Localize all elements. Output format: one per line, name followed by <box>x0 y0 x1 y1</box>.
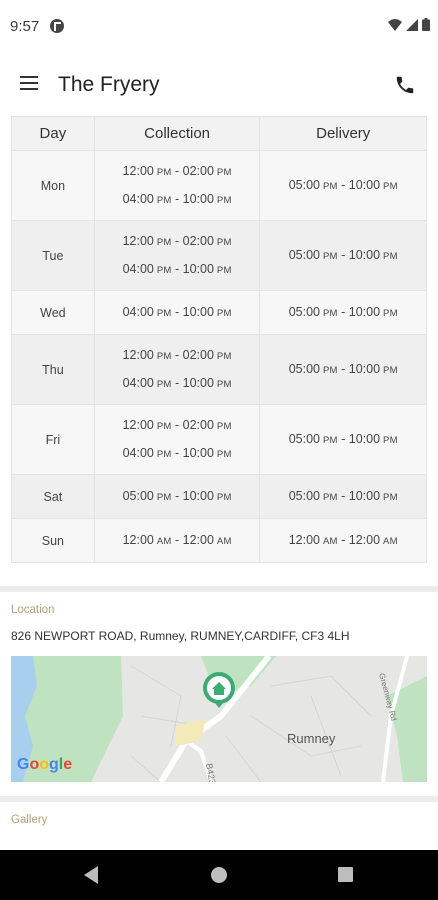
address-text: 826 NEWPORT ROAD, Rumney, RUMNEY,CARDIFF… <box>11 629 350 643</box>
status-icons <box>388 18 430 31</box>
cell-delivery: 05:00 PM - 10:00 PM <box>259 334 427 405</box>
collection-time-range: 04:00 PM - 10:00 PM <box>122 375 232 390</box>
location-map[interactable]: B4239 Greenway Rd Rumney Google <box>11 656 427 782</box>
column-header-collection: Collection <box>93 116 261 151</box>
table-row: Tue 12:00 PM - 02:00 PM 04:00 PM - 10:00 PM 05:… <box>11 220 427 291</box>
collection-time-range: 12:00 PM - 02:00 PM <box>122 347 232 362</box>
cell-day: Tue <box>11 220 95 291</box>
delivery-time-range: 05:00 PM - 10:00 PM <box>288 247 398 262</box>
delivery-time-range: 05:00 PM - 10:00 PM <box>288 488 398 503</box>
cell-delivery: 05:00 PM - 10:00 PM <box>259 404 427 475</box>
status-bar: 9:57 <box>0 0 438 52</box>
collection-time-range: 12:00 AM - 12:00 AM <box>122 532 232 547</box>
back-icon[interactable] <box>84 866 98 884</box>
cell-day: Thu <box>11 334 95 405</box>
cell-collection: 05:00 PM - 10:00 PM <box>93 474 261 519</box>
notification-icon <box>50 19 64 33</box>
column-header-delivery: Delivery <box>259 116 427 151</box>
home-icon[interactable] <box>211 867 227 883</box>
delivery-time-range: 12:00 AM - 12:00 AM <box>288 532 398 547</box>
phone-icon[interactable] <box>394 74 416 96</box>
collection-time-range: 12:00 PM - 02:00 PM <box>122 233 232 248</box>
cell-collection: 12:00 PM - 02:00 PM 04:00 PM - 10:00 PM <box>93 220 261 291</box>
table-row: Sat 05:00 PM - 10:00 PM 05:00 PM - 10:00 PM <box>11 474 427 519</box>
system-nav-bar <box>0 850 438 900</box>
menu-icon[interactable] <box>20 76 38 90</box>
cell-day: Wed <box>11 290 95 335</box>
cellular-icon <box>406 18 418 31</box>
cell-delivery: 05:00 PM - 10:00 PM <box>259 474 427 519</box>
page-title: The Fryery <box>58 73 160 96</box>
recents-icon[interactable] <box>338 867 353 882</box>
map-graphic: B4239 Greenway Rd <box>11 656 427 782</box>
cell-delivery: 05:00 PM - 10:00 PM <box>259 220 427 291</box>
cell-collection: 04:00 PM - 10:00 PM <box>93 290 261 335</box>
table-row: Thu 12:00 PM - 02:00 PM 04:00 PM - 10:00 PM 05:… <box>11 334 427 405</box>
collection-time-range: 04:00 PM - 10:00 PM <box>122 191 232 206</box>
cell-delivery: 12:00 AM - 12:00 AM <box>259 518 427 563</box>
cell-day: Mon <box>11 150 95 221</box>
map-place-label: Rumney <box>287 731 336 746</box>
app-bar: The Fryery <box>0 52 438 116</box>
cell-day: Sat <box>11 474 95 519</box>
collection-time-range: 04:00 PM - 10:00 PM <box>122 261 232 276</box>
cell-delivery: 05:00 PM - 10:00 PM <box>259 290 427 335</box>
collection-time-range: 04:00 PM - 10:00 PM <box>122 304 232 319</box>
battery-icon <box>422 18 430 31</box>
table-row: Mon 12:00 PM - 02:00 PM 04:00 PM - 10:00 PM 05:… <box>11 150 427 221</box>
cell-collection: 12:00 AM - 12:00 AM <box>93 518 261 563</box>
opening-hours-table: Day Collection Delivery Mon 12:00 PM - 02:… <box>11 116 427 563</box>
delivery-time-range: 05:00 PM - 10:00 PM <box>288 361 398 376</box>
table-row: Sun 12:00 AM - 12:00 AM 12:00 AM - 12:00 AM <box>11 518 427 563</box>
collection-time-range: 04:00 PM - 10:00 PM <box>122 445 232 460</box>
delivery-time-range: 05:00 PM - 10:00 PM <box>288 304 398 319</box>
status-time: 9:57 <box>10 18 40 35</box>
google-logo: Google <box>17 756 73 773</box>
hours-table-body: Mon 12:00 PM - 02:00 PM 04:00 PM - 10:00 PM 05:… <box>11 150 427 563</box>
table-row: Fri 12:00 PM - 02:00 PM 04:00 PM - 10:00 PM 05:… <box>11 404 427 475</box>
cell-collection: 12:00 PM - 02:00 PM 04:00 PM - 10:00 PM <box>93 150 261 221</box>
cell-delivery: 05:00 PM - 10:00 PM <box>259 150 427 221</box>
wifi-icon <box>388 18 402 31</box>
section-divider <box>0 796 438 802</box>
table-row: Wed 04:00 PM - 10:00 PM 05:00 PM - 10:00 PM <box>11 290 427 335</box>
collection-time-range: 12:00 PM - 02:00 PM <box>122 417 232 432</box>
collection-time-range: 12:00 PM - 02:00 PM <box>122 163 232 178</box>
cell-day: Fri <box>11 404 95 475</box>
gallery-label: Gallery <box>11 814 48 826</box>
column-header-day: Day <box>11 116 95 151</box>
cell-day: Sun <box>11 518 95 563</box>
location-label: Location <box>11 604 55 616</box>
collection-time-range: 05:00 PM - 10:00 PM <box>122 488 232 503</box>
cell-collection: 12:00 PM - 02:00 PM 04:00 PM - 10:00 PM <box>93 404 261 475</box>
road-label: B4239 <box>204 763 218 782</box>
cell-collection: 12:00 PM - 02:00 PM 04:00 PM - 10:00 PM <box>93 334 261 405</box>
section-divider <box>0 586 438 592</box>
delivery-time-range: 05:00 PM - 10:00 PM <box>288 177 398 192</box>
delivery-time-range: 05:00 PM - 10:00 PM <box>288 431 398 446</box>
table-header-row: Day Collection Delivery <box>11 116 427 151</box>
